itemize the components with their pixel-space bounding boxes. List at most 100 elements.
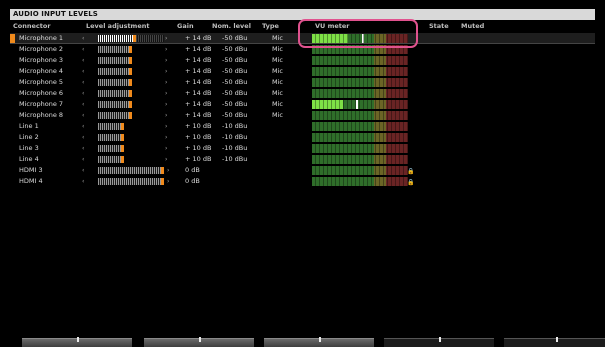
header-nom-level: Nom. level	[212, 22, 251, 30]
input-row[interactable]: Line 2 ‹ › + 10 dB -10 dBu	[10, 132, 595, 143]
level-increase-arrow[interactable]: ›	[165, 121, 167, 132]
level-adjustment-bar[interactable]	[98, 178, 161, 185]
gain-value: 0 dB	[185, 166, 200, 174]
level-adjustment-bar[interactable]	[98, 46, 129, 53]
softkey-2[interactable]	[144, 337, 254, 347]
level-adjustment-handle[interactable]	[129, 112, 132, 119]
gain-value: + 10 dB	[185, 144, 212, 152]
level-adjustment-bar[interactable]	[98, 112, 129, 119]
level-increase-arrow[interactable]: ›	[165, 33, 167, 44]
input-row[interactable]: Microphone 7 ‹ › + 14 dB -50 dBu Mic	[10, 99, 595, 110]
input-row[interactable]: Line 3 ‹ › + 10 dB -10 dBu	[10, 143, 595, 154]
gain-value: + 14 dB	[185, 56, 212, 64]
level-adjustment-bar[interactable]	[98, 90, 129, 97]
vu-meter	[312, 56, 408, 65]
connector-label: Line 3	[19, 144, 39, 152]
level-decrease-arrow[interactable]: ‹	[82, 44, 84, 55]
level-decrease-arrow[interactable]: ‹	[82, 88, 84, 99]
level-adjustment-bar[interactable]	[98, 134, 121, 141]
input-row[interactable]: Line 1 ‹ › + 10 dB -10 dBu	[10, 121, 595, 132]
level-decrease-arrow[interactable]: ‹	[82, 165, 84, 176]
type-value: Mic	[272, 78, 283, 86]
level-increase-arrow[interactable]: ›	[165, 143, 167, 154]
level-adjustment-bar[interactable]	[98, 57, 129, 64]
nominal-level-value: -50 dBu	[222, 67, 248, 75]
level-adjustment-bar[interactable]	[98, 123, 121, 130]
connector-label: Line 4	[19, 155, 39, 163]
input-row[interactable]: Microphone 5 ‹ › + 14 dB -50 dBu Mic	[10, 77, 595, 88]
softkey-3[interactable]	[264, 337, 374, 347]
type-value: Mic	[272, 111, 283, 119]
level-adjustment-bar[interactable]	[98, 145, 121, 152]
level-increase-arrow[interactable]: ›	[165, 55, 167, 66]
level-increase-arrow[interactable]: ›	[165, 154, 167, 165]
level-adjustment-bar[interactable]	[98, 35, 133, 42]
level-decrease-arrow[interactable]: ‹	[82, 121, 84, 132]
level-adjustment-bar[interactable]	[98, 79, 129, 86]
nominal-level-value: -50 dBu	[222, 45, 248, 53]
input-row[interactable]: HDMI 3 ‹ › 0 dB 🔒	[10, 165, 595, 176]
level-adjustment-handle[interactable]	[121, 123, 124, 130]
level-adjustment-handle[interactable]	[161, 178, 164, 185]
level-adjustment-handle[interactable]	[129, 79, 132, 86]
nominal-level-value: -10 dBu	[222, 155, 248, 163]
nominal-level-value: -50 dBu	[222, 111, 248, 119]
softkey-5[interactable]	[504, 337, 605, 347]
level-increase-arrow[interactable]: ›	[165, 44, 167, 55]
level-increase-arrow[interactable]: ›	[167, 176, 169, 187]
vu-meter	[312, 166, 408, 175]
input-row[interactable]: Microphone 3 ‹ › + 14 dB -50 dBu Mic	[10, 55, 595, 66]
vu-meter	[312, 111, 408, 120]
level-increase-arrow[interactable]: ›	[165, 66, 167, 77]
level-decrease-arrow[interactable]: ‹	[82, 132, 84, 143]
level-increase-arrow[interactable]: ›	[165, 88, 167, 99]
level-adjustment-handle[interactable]	[161, 167, 164, 174]
level-adjustment-handle[interactable]	[121, 156, 124, 163]
connector-label: Microphone 6	[19, 89, 64, 97]
level-increase-arrow[interactable]: ›	[165, 132, 167, 143]
level-adjustment-handle[interactable]	[129, 68, 132, 75]
level-decrease-arrow[interactable]: ‹	[82, 55, 84, 66]
level-increase-arrow[interactable]: ›	[165, 110, 167, 121]
level-adjustment-bar[interactable]	[98, 167, 161, 174]
nominal-level-value: -10 dBu	[222, 122, 248, 130]
level-adjustment-handle[interactable]	[129, 46, 132, 53]
softkey-1[interactable]	[22, 337, 132, 347]
header-state: State	[429, 22, 449, 30]
level-adjustment-bar[interactable]	[98, 68, 129, 75]
type-value: Mic	[272, 45, 283, 53]
level-adjustment-bar[interactable]	[98, 156, 121, 163]
level-decrease-arrow[interactable]: ‹	[82, 77, 84, 88]
gain-value: + 14 dB	[185, 100, 212, 108]
vu-meter	[312, 122, 408, 131]
vu-meter	[312, 100, 408, 109]
level-decrease-arrow[interactable]: ‹	[82, 176, 84, 187]
input-row[interactable]: Microphone 4 ‹ › + 14 dB -50 dBu Mic	[10, 66, 595, 77]
level-adjustment-handle[interactable]	[121, 145, 124, 152]
gain-value: + 14 dB	[185, 67, 212, 75]
input-row[interactable]: Microphone 8 ‹ › + 14 dB -50 dBu Mic	[10, 110, 595, 121]
input-row[interactable]: Microphone 6 ‹ › + 14 dB -50 dBu Mic	[10, 88, 595, 99]
connector-label: Microphone 4	[19, 67, 64, 75]
level-adjustment-handle[interactable]	[121, 134, 124, 141]
level-decrease-arrow[interactable]: ‹	[82, 154, 84, 165]
level-increase-arrow[interactable]: ›	[165, 99, 167, 110]
level-adjustment-handle[interactable]	[129, 101, 132, 108]
level-decrease-arrow[interactable]: ‹	[82, 143, 84, 154]
audio-input-levels-panel: AUDIO INPUT LEVELS Connector Level adjus…	[0, 0, 605, 347]
softkey-4[interactable]	[384, 337, 494, 347]
level-increase-arrow[interactable]: ›	[165, 77, 167, 88]
level-adjustment-handle[interactable]	[129, 90, 132, 97]
vu-meter	[312, 133, 408, 142]
level-decrease-arrow[interactable]: ‹	[82, 33, 84, 44]
input-row[interactable]: HDMI 4 ‹ › 0 dB 🔒	[10, 176, 595, 187]
level-decrease-arrow[interactable]: ‹	[82, 66, 84, 77]
level-adjustment-bar[interactable]	[98, 101, 129, 108]
vu-meter-highlight	[298, 19, 418, 48]
input-row[interactable]: Line 4 ‹ › + 10 dB -10 dBu	[10, 154, 595, 165]
level-decrease-arrow[interactable]: ‹	[82, 110, 84, 121]
level-increase-arrow[interactable]: ›	[167, 165, 169, 176]
type-value: Mic	[272, 89, 283, 97]
level-decrease-arrow[interactable]: ‹	[82, 99, 84, 110]
level-adjustment-handle[interactable]	[129, 57, 132, 64]
